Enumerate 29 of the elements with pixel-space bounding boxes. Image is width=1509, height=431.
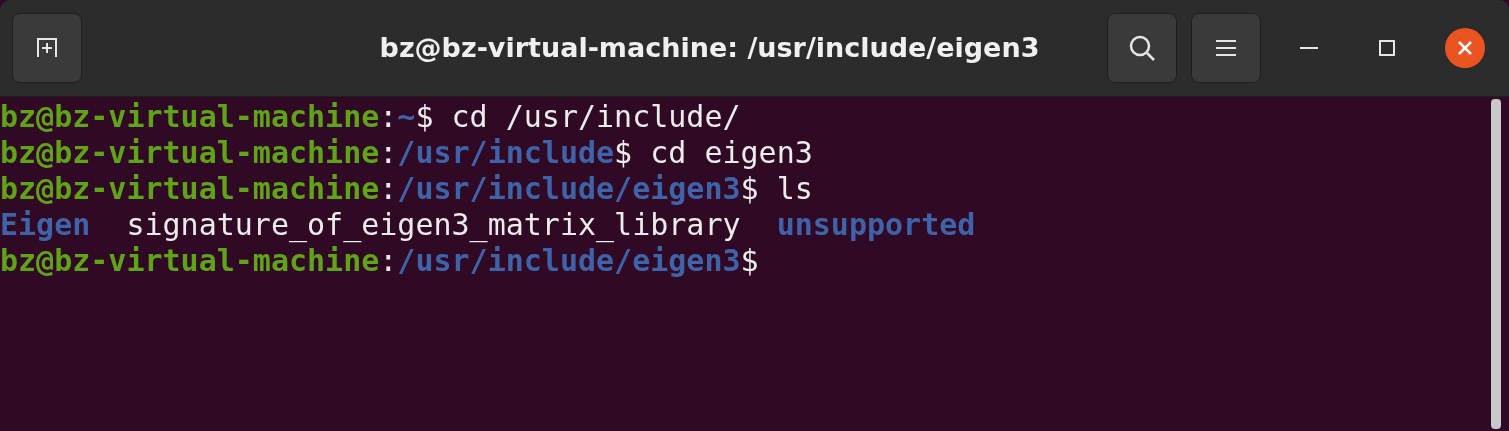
prompt-path: /usr/include [397,135,615,171]
menu-icon [1215,39,1237,57]
prompt-user-host: bz@bz-virtual-machine [0,243,380,279]
terminal-text: $ cd /usr/include/ [415,99,741,135]
close-icon [1458,41,1472,55]
prompt-path: ~ [397,99,416,135]
terminal-text: : [379,243,398,279]
search-icon [1127,33,1157,63]
terminal-text: signature_of_eigen3_matrix_library [125,207,742,243]
window-title: bz@bz-virtual-machine: /usr/include/eigen3 [379,30,1040,65]
terminal-text: $ cd eigen3 [614,135,813,171]
prompt-user-host: bz@bz-virtual-machine [0,135,380,171]
terminal-text: $ [740,243,759,279]
minimize-icon [1300,46,1318,50]
maximize-icon [1379,40,1395,56]
prompt-user-host: bz@bz-virtual-machine [0,171,380,207]
terminal-text: : [379,135,398,171]
close-button[interactable] [1445,28,1485,68]
search-button[interactable] [1107,13,1177,83]
prompt-path: /usr/include/eigen3 [397,171,741,207]
new-tab-button[interactable] [12,13,82,83]
menu-button[interactable] [1191,13,1261,83]
terminal-text: : [379,171,398,207]
terminal-text: $ ls [740,171,813,207]
directory-name: Eigen [0,207,91,243]
prompt-path: /usr/include/eigen3 [397,243,741,279]
directory-name: unsupported [776,207,976,243]
prompt-user-host: bz@bz-virtual-machine [0,99,380,135]
terminal-text: : [379,99,398,135]
